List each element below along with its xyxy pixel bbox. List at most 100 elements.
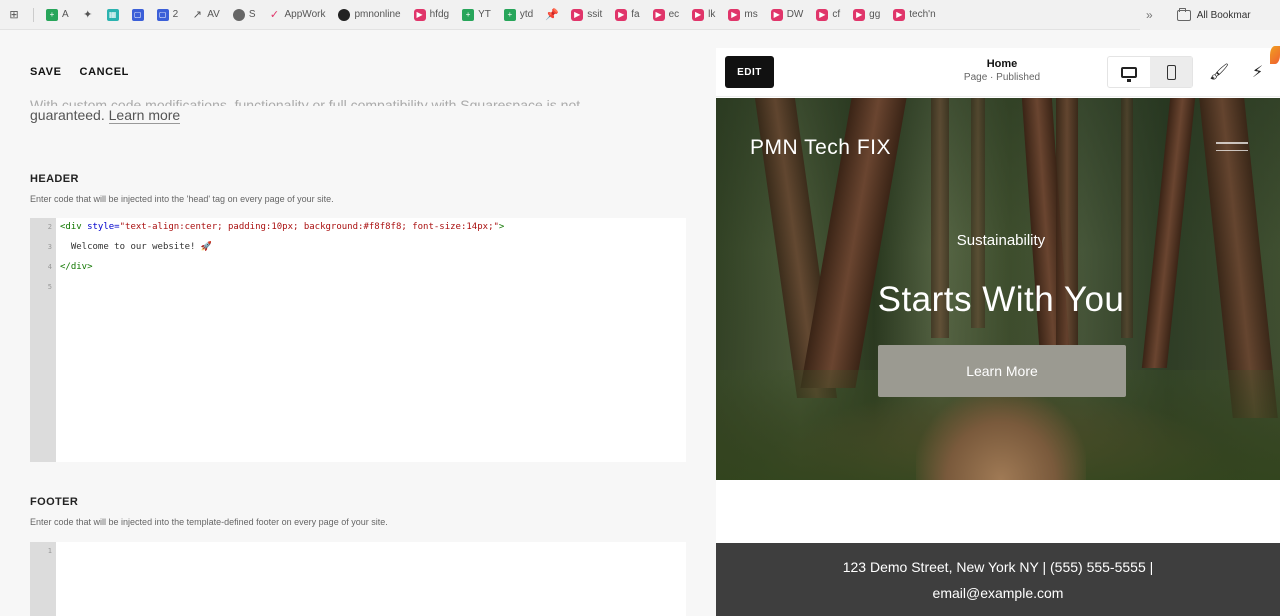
device-toggle [1107, 56, 1193, 88]
content-spacer [716, 480, 1280, 543]
bookmark-label: ec [668, 9, 680, 20]
bookmark-item[interactable]: ▶ hfdg [413, 8, 449, 21]
bookmark-item[interactable]: ▶ ssit [571, 8, 603, 21]
bookmark-item[interactable]: ⊞ [8, 9, 20, 21]
bookmark-label: DW [786, 9, 804, 20]
bookmark-label: ms [744, 9, 758, 20]
bookmark-item[interactable]: ▶ DW [770, 8, 804, 21]
pin-icon: 📌 [545, 9, 560, 21]
bookmark-item[interactable]: ▶ ec [652, 8, 680, 21]
bookmark-label: YT [478, 9, 491, 20]
bookmark-item[interactable]: ▢ 2 [156, 8, 179, 21]
hero-headline: Starts With You [877, 280, 1125, 319]
bookmark-item[interactable]: ▶ ms [728, 8, 758, 21]
bookmark-label: tech'n [909, 9, 936, 20]
bookmarks-bar: ⊞ + A ✦ ▦ ▢ ▢ 2 ↗ AV S ✓ AppWork pmnonline ▶ hfdg + YT + yt… [0, 0, 1280, 30]
bookmark-label: ssit [587, 9, 603, 20]
code-injection-panel: SAVE CANCEL With custom code modificatio… [0, 30, 716, 616]
youtube-icon: ▶ [652, 8, 665, 21]
line-number: 4 [47, 263, 52, 271]
bookmark-item[interactable]: ▶ tech'n [893, 8, 936, 21]
code-line-2: Welcome to our website! 🚀 [60, 242, 213, 252]
header-code-area[interactable]: <div style="text-align:center; padding:1… [56, 218, 686, 462]
learn-more-link[interactable]: Learn more [108, 107, 181, 124]
page-info[interactable]: Home Page · Published [952, 58, 1052, 83]
line-number: 3 [47, 243, 52, 251]
bookmark-item[interactable]: ↗ AV [191, 9, 220, 21]
bookmark-item[interactable]: ▶ gg [853, 8, 881, 21]
page-title: Home [986, 58, 1018, 70]
paintbrush-icon[interactable]: 🖌 [1209, 62, 1229, 82]
line-number: 2 [47, 223, 52, 231]
bookmark-item[interactable]: ✦ [82, 9, 94, 21]
bookmark-item[interactable]: ✓ AppWork [269, 9, 326, 21]
sheets-icon: + [46, 8, 58, 21]
header-code-editor[interactable]: 2 3 4 5 <div style="text-align:center; padd… [30, 218, 686, 462]
bookmark-item[interactable]: S [232, 8, 256, 21]
puzzle-icon: ✦ [83, 9, 93, 21]
phone-icon [1166, 64, 1176, 80]
bookmark-label: lk [708, 9, 716, 20]
bookmark-item[interactable]: + A [46, 8, 69, 21]
line-number: 1 [47, 547, 52, 555]
all-bookmarks-label: All Bookmar [1196, 9, 1251, 21]
intro-guarantee-text: guaranteed. [30, 107, 105, 123]
bookmark-item[interactable]: ▶ fa [615, 8, 640, 21]
all-bookmarks[interactable]: » All Bookmar [1140, 0, 1280, 30]
footer-email[interactable]: email@example.com [716, 585, 1280, 601]
magic-wand-icon[interactable]: ⚡ [1252, 62, 1263, 82]
learn-more-button[interactable]: Learn More [878, 345, 1126, 397]
footer-section-desc: Enter code that will be injected into th… [30, 517, 388, 527]
hero-eyebrow: Sustainability [956, 232, 1046, 249]
teal-icon: ▦ [106, 8, 119, 21]
bookmark-item[interactable]: ▦ [106, 8, 119, 21]
bookmark-item[interactable]: ▶ lk [692, 8, 716, 21]
bookmark-item[interactable]: pmnonline [338, 8, 401, 21]
youtube-icon: ▶ [692, 8, 705, 21]
folder-icon [1176, 7, 1191, 21]
forest-path [916, 390, 1086, 480]
cancel-button[interactable]: CANCEL [80, 66, 129, 78]
bookmark-label: AV [207, 9, 220, 20]
mobile-view-button[interactable] [1150, 57, 1192, 87]
header-section-desc: Enter code that will be injected into th… [30, 194, 334, 204]
bookmark-label: gg [869, 9, 881, 20]
bookmark-item[interactable]: ▶ cf [816, 8, 841, 21]
edit-button[interactable]: EDIT [725, 56, 774, 88]
bookmark-item[interactable]: ▢ [131, 8, 144, 21]
line-number: 5 [47, 283, 52, 291]
footer-contact-line: 123 Demo Street, New York NY | (555) 555… [842, 559, 1154, 575]
site-title[interactable]: PMN Tech FIX [750, 136, 891, 160]
bookmark-separator [33, 7, 34, 22]
hamburger-menu-icon[interactable] [1216, 142, 1248, 157]
bookmark-item[interactable]: + YT [462, 8, 491, 21]
youtube-icon: ▶ [571, 8, 584, 21]
extension-leaf-icon[interactable] [1270, 46, 1280, 64]
sheets-icon: + [503, 8, 516, 21]
footer-code-area[interactable] [56, 542, 686, 616]
bookmark-label: AppWork [284, 9, 326, 20]
trend-icon: ↗ [192, 9, 202, 21]
check-icon: ✓ [269, 9, 280, 21]
save-button[interactable]: SAVE [30, 66, 62, 78]
bookmark-label: 2 [172, 9, 179, 20]
desktop-view-button[interactable] [1108, 57, 1150, 87]
bookmark-label: A [62, 9, 69, 20]
bookmark-label: cf [832, 9, 841, 20]
footer-code-editor[interactable]: 1 [30, 542, 686, 616]
youtube-icon: ▶ [770, 8, 783, 21]
bookmark-item[interactable]: + ytd [503, 8, 533, 21]
youtube-icon: ▶ [413, 8, 426, 21]
site-footer: 123 Demo Street, New York NY | (555) 555… [716, 543, 1280, 616]
line-gutter: 1 [30, 542, 56, 616]
apps-icon: ⊞ [9, 9, 19, 21]
chat-icon: ▢ [131, 8, 144, 21]
preview-toolbar: EDIT Home Page · Published 🖌 ⚡ [716, 48, 1280, 97]
code-line-1: <div style="text-align:center; padding:1… [60, 222, 505, 232]
bookmarks-overflow-button[interactable]: » [1146, 8, 1153, 22]
chat-icon: ▢ [156, 8, 169, 21]
intro-faded-text: With custom code modifications, function… [30, 97, 581, 106]
hero-section: PMN Tech FIX Sustainability Starts With … [716, 98, 1280, 480]
code-line-3: </div> [60, 262, 93, 272]
bookmark-item[interactable]: 📌 [545, 9, 560, 21]
